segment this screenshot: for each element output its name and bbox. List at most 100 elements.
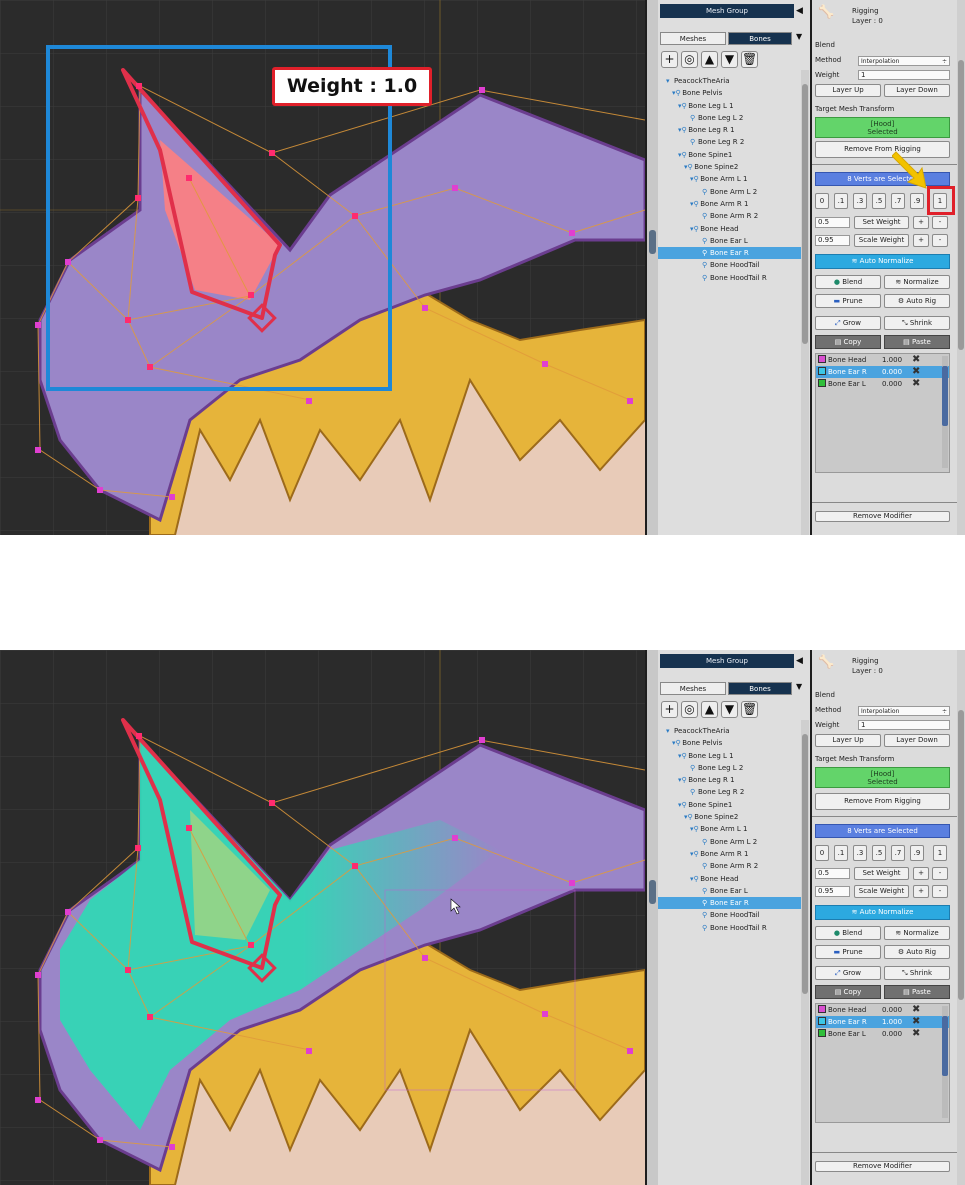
layer-up-button[interactable]: Layer Up	[815, 734, 881, 747]
weight-list-scrollbar[interactable]	[942, 356, 948, 468]
scale-weight-field[interactable]: 0.95	[815, 235, 850, 246]
tree-row[interactable]: ⚲ Bone HoodTail R	[662, 922, 802, 934]
auto-normalize-button[interactable]: ≋ Auto Normalize	[815, 905, 950, 920]
preset-03-button[interactable]: .3	[853, 845, 867, 861]
blend-button[interactable]: ● Blend	[815, 926, 881, 940]
method-select[interactable]: Interpolation ÷	[858, 706, 950, 716]
mesh-group-header[interactable]: Mesh Group	[660, 4, 794, 18]
plus-button[interactable]: +	[913, 216, 929, 229]
tree-row[interactable]: ▾⚲ Bone Spine2	[662, 811, 802, 823]
remove-modifier-button[interactable]: Remove Modifier	[815, 511, 950, 522]
remove-icon[interactable]: ✖	[912, 366, 920, 378]
tree-row[interactable]: ▾⚲ Bone Head	[662, 873, 802, 885]
tree-row[interactable]: ⚲ Bone Ear L	[662, 885, 802, 897]
tree-row[interactable]: ⚲ Bone Arm L 2	[662, 186, 802, 198]
shrink-button[interactable]: ⤡ Shrink	[884, 316, 950, 330]
blend-button[interactable]: ● Blend	[815, 275, 881, 289]
add-bone-icon[interactable]: +	[661, 51, 678, 68]
layer-down-button[interactable]: Layer Down	[884, 734, 950, 747]
tree-row[interactable]: ▾⚲ Bone Spine2	[662, 161, 802, 173]
weight-row[interactable]: Bone Ear L 0.000 ✖	[816, 378, 949, 390]
weight-row-selected[interactable]: Bone Ear R 0.000 ✖	[816, 366, 949, 378]
tab-bones[interactable]: Bones	[728, 682, 792, 695]
weight-field[interactable]: 1	[858, 720, 950, 730]
layer-down-button[interactable]: Layer Down	[884, 84, 950, 97]
tree-row[interactable]: ⚲ Bone Arm R 2	[662, 860, 802, 872]
tree-row[interactable]: ▾ PeacockTheAria	[662, 725, 802, 737]
preset-1-button[interactable]: 1	[933, 845, 947, 861]
tree-row[interactable]: ⚲ Bone Arm L 2	[662, 836, 802, 848]
tree-row[interactable]: ⚲ Bone HoodTail R	[662, 272, 802, 284]
grow-button[interactable]: ⤢ Grow	[815, 966, 881, 980]
tree-row[interactable]: ▾⚲ Bone Leg R 1	[662, 774, 802, 786]
preset-03-button[interactable]: .3	[853, 193, 867, 209]
tree-row[interactable]: ▾⚲ Bone Pelvis	[662, 87, 802, 99]
plus-button[interactable]: +	[913, 867, 929, 880]
tab-bones[interactable]: Bones	[728, 32, 792, 45]
scale-weight-button[interactable]: Scale Weight	[854, 234, 909, 247]
preset-0-button[interactable]: 0	[815, 845, 829, 861]
tree-row[interactable]: ▾⚲ Bone Leg R 1	[662, 124, 802, 136]
tree-row[interactable]: ⚲ Bone Leg L 2	[662, 762, 802, 774]
hierarchy-scrollbar[interactable]	[801, 70, 809, 535]
normalize-button[interactable]: ≋ Normalize	[884, 926, 950, 940]
preset-05-button[interactable]: .5	[872, 193, 886, 209]
collapse-icon[interactable]: ◀	[796, 4, 806, 18]
remove-icon[interactable]: ✖	[912, 1028, 920, 1040]
remove-icon[interactable]: ✖	[912, 354, 920, 366]
tree-row[interactable]: ▾⚲ Bone Leg L 1	[662, 100, 802, 112]
copy-button[interactable]: ▤ Copy	[815, 335, 881, 349]
method-select[interactable]: Interpolation ÷	[858, 56, 950, 66]
prune-button[interactable]: ▬ Prune	[815, 294, 881, 308]
scale-plus-button[interactable]: +	[913, 885, 929, 898]
inspector-scrollbar[interactable]	[957, 650, 965, 1185]
normalize-button[interactable]: ≋ Normalize	[884, 275, 950, 289]
splitter[interactable]	[645, 650, 658, 1185]
preset-0-button[interactable]: 0	[815, 193, 829, 209]
auto-normalize-button[interactable]: ≋ Auto Normalize	[815, 254, 950, 269]
layer-icon[interactable]: ◎	[681, 51, 698, 68]
dropdown-icon[interactable]: ▼	[796, 32, 802, 41]
splitter[interactable]	[645, 0, 658, 535]
minus-button[interactable]: -	[932, 867, 948, 880]
remove-from-rigging-button[interactable]: Remove From Rigging	[815, 793, 950, 810]
copy-button[interactable]: ▤ Copy	[815, 985, 881, 999]
tree-row[interactable]: ▾⚲ Bone Arm R 1	[662, 198, 802, 210]
scale-plus-button[interactable]: +	[913, 234, 929, 247]
weight-row[interactable]: Bone Ear L 0.000 ✖	[816, 1028, 949, 1040]
weight-row[interactable]: Bone Head 0.000 ✖	[816, 1004, 949, 1016]
paste-button[interactable]: ▤ Paste	[884, 985, 950, 999]
move-down-icon[interactable]: ▼	[721, 51, 738, 68]
preset-07-button[interactable]: .7	[891, 845, 905, 861]
tree-row[interactable]: ▾⚲ Bone Arm R 1	[662, 848, 802, 860]
set-weight-field[interactable]: 0.5	[815, 868, 850, 879]
target-mesh-box[interactable]: [Hood] Selected	[815, 117, 950, 138]
tree-row[interactable]: ⚲ Bone Arm R 2	[662, 210, 802, 222]
weight-row[interactable]: Bone Head 1.000 ✖	[816, 354, 949, 366]
delete-icon[interactable]: 🗑	[741, 701, 758, 718]
move-up-icon[interactable]: ▲	[701, 701, 718, 718]
preset-01-button[interactable]: .1	[834, 193, 848, 209]
remove-modifier-button[interactable]: Remove Modifier	[815, 1161, 950, 1172]
tree-row[interactable]: ▾⚲ Bone Spine1	[662, 799, 802, 811]
inspector-scrollbar[interactable]	[957, 0, 965, 535]
target-mesh-box[interactable]: [Hood] Selected	[815, 767, 950, 788]
mesh-group-header[interactable]: Mesh Group	[660, 654, 794, 668]
preset-05-button[interactable]: .5	[872, 845, 886, 861]
tree-row[interactable]: ▾⚲ Bone Head	[662, 223, 802, 235]
scale-weight-button[interactable]: Scale Weight	[854, 885, 909, 898]
tab-meshes[interactable]: Meshes	[660, 682, 726, 695]
collapse-icon[interactable]: ◀	[796, 654, 806, 668]
tree-row[interactable]: ▾⚲ Bone Spine1	[662, 149, 802, 161]
preset-09-button[interactable]: .9	[910, 845, 924, 861]
add-bone-icon[interactable]: +	[661, 701, 678, 718]
tree-row[interactable]: ⚲ Bone HoodTail	[662, 909, 802, 921]
tree-row[interactable]: ⚲ Bone Leg L 2	[662, 112, 802, 124]
tree-row[interactable]: ⚲ Bone HoodTail	[662, 259, 802, 271]
weight-list-scrollbar[interactable]	[942, 1006, 948, 1118]
remove-icon[interactable]: ✖	[912, 378, 920, 390]
auto-rig-button[interactable]: ⚙ Auto Rig	[884, 945, 950, 959]
preset-07-button[interactable]: .7	[891, 193, 905, 209]
tree-row-selected[interactable]: ⚲ Bone Ear R	[658, 897, 802, 910]
scale-minus-button[interactable]: -	[932, 885, 948, 898]
